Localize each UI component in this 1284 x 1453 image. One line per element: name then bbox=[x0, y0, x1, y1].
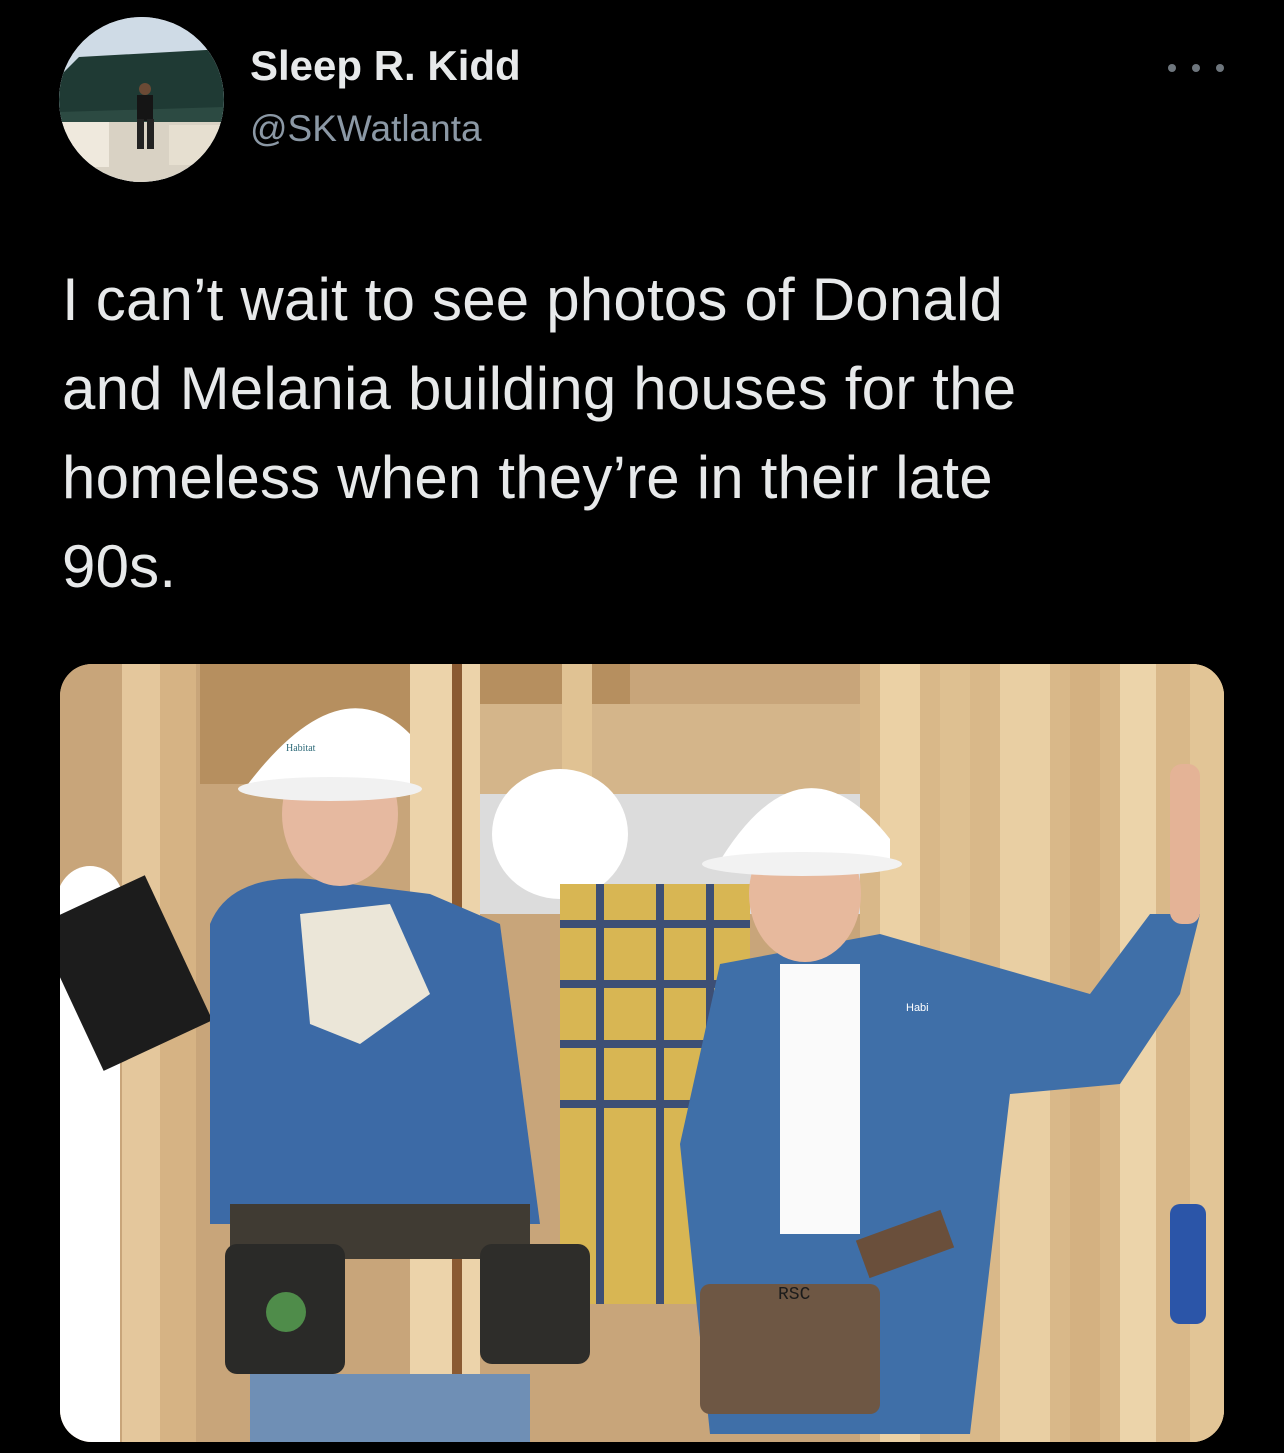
tweet-text-line: homeless when they’re in their late bbox=[62, 444, 993, 511]
more-dot bbox=[1192, 64, 1200, 72]
tweet-photo[interactable]: Habitat RSC Habi bbox=[60, 664, 1224, 1442]
more-dot bbox=[1168, 64, 1176, 72]
avatar-image bbox=[59, 17, 224, 182]
tweet: Sleep R. Kidd @SKWatlanta I can’t wait t… bbox=[0, 0, 1284, 1453]
avatar[interactable] bbox=[59, 17, 224, 182]
apron-stamp: RSC bbox=[778, 1285, 811, 1305]
display-name[interactable]: Sleep R. Kidd bbox=[250, 42, 521, 90]
handle[interactable]: @SKWatlanta bbox=[250, 108, 482, 150]
tweet-text-line: and Melania building houses for the bbox=[62, 355, 1017, 422]
hardhat-label: Habitat bbox=[286, 743, 316, 754]
shirt-logo: Habi bbox=[906, 1002, 929, 1014]
more-horizontal-icon[interactable] bbox=[1168, 50, 1224, 86]
tweet-text-line: 90s. bbox=[62, 533, 177, 600]
tweet-text: I can’t wait to see photos of Donald and… bbox=[62, 255, 1192, 611]
photo-construction-site: Habitat RSC Habi bbox=[60, 664, 1224, 1442]
more-dot bbox=[1216, 64, 1224, 72]
tweet-text-line: I can’t wait to see photos of Donald bbox=[62, 266, 1004, 333]
